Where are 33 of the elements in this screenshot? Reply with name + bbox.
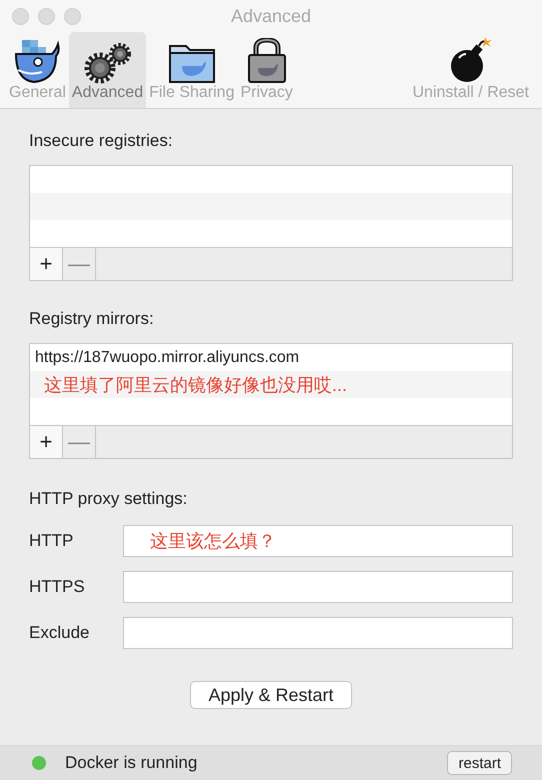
annotation-text: 这里填了阿里云的镜像好像也没用哎... <box>43 374 348 396</box>
toolbar-tab[interactable]: Privacy <box>237 32 296 108</box>
field-label: Exclude <box>29 623 90 643</box>
minimize-button[interactable] <box>38 8 55 25</box>
status-text: Docker is running <box>65 753 198 773</box>
section-label: HTTP proxy settings: <box>29 489 188 509</box>
add-button[interactable]: + <box>30 248 63 280</box>
input-field[interactable] <box>123 617 513 649</box>
padlock-icon <box>246 38 288 84</box>
bomb-icon <box>448 36 493 84</box>
toolbar-tab[interactable]: Advanced <box>68 32 146 108</box>
section-label: Insecure registries: <box>29 131 174 151</box>
field-label: HTTP <box>29 531 74 551</box>
list-row[interactable]: 这里填了阿里云的镜像好像也没用哎... <box>30 371 512 398</box>
annotation-text: 这里该怎么填？ <box>150 530 276 553</box>
field-label: HTTPS <box>29 577 86 597</box>
apply-restart-button[interactable]: Apply & Restart <box>190 681 352 709</box>
restart-button[interactable]: restart <box>447 751 512 775</box>
window-title: Advanced <box>230 6 312 26</box>
whale-icon <box>12 38 62 84</box>
toolbar-tab[interactable]: File Sharing <box>146 32 238 108</box>
add-button[interactable]: + <box>30 426 63 458</box>
gears-icon <box>82 40 134 84</box>
input-field[interactable] <box>123 571 513 603</box>
folder-icon <box>168 42 216 84</box>
zoom-button[interactable] <box>64 8 81 25</box>
section-label: Registry mirrors: <box>29 309 155 329</box>
toolbar-tab[interactable]: Uninstall / Reset <box>410 32 532 108</box>
input-field[interactable]: 这里该怎么填？ <box>123 525 513 557</box>
close-button[interactable] <box>12 8 29 25</box>
list-item[interactable]: https://187wuopo.mirror.aliyuncs.com <box>35 348 300 366</box>
toolbar-tab[interactable]: General <box>6 32 69 108</box>
list-row[interactable] <box>30 193 512 220</box>
